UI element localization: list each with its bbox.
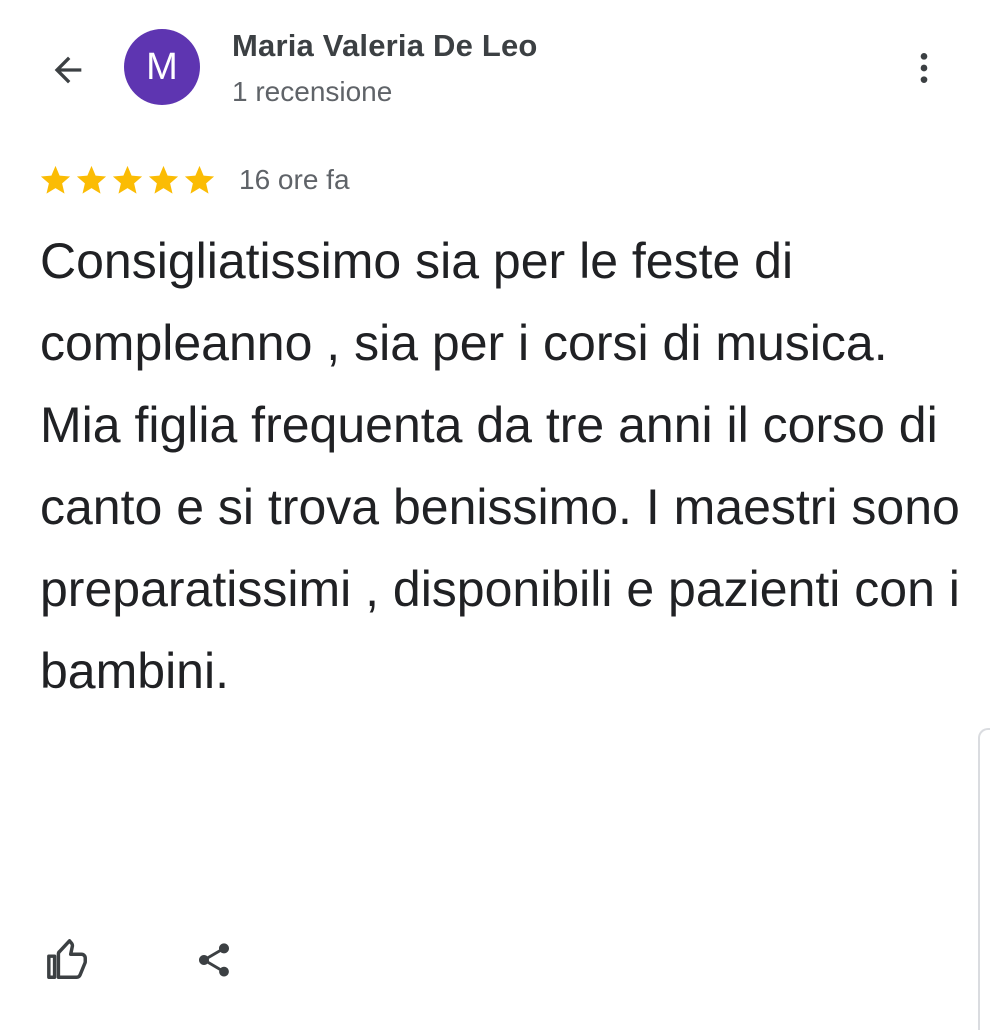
star-icon [184, 165, 215, 194]
star-icon [76, 165, 107, 194]
star-rating [38, 163, 217, 198]
share-icon [199, 943, 229, 977]
review-actions [40, 930, 242, 990]
review-text: Consigliatissimo sia per le feste di com… [40, 233, 960, 699]
review-time: 16 ore fa [239, 164, 350, 195]
star-icon [40, 165, 71, 194]
share-button[interactable] [186, 932, 242, 988]
review-header: M Maria Valeria De Leo 1 recensione [0, 0, 990, 130]
author-name[interactable]: Maria Valeria De Leo [232, 28, 538, 64]
back-button[interactable] [40, 42, 96, 98]
more-options-button[interactable] [900, 44, 948, 92]
like-button[interactable] [40, 932, 96, 988]
more-vert-icon [920, 53, 928, 83]
star-icon [112, 165, 143, 194]
avatar[interactable]: M [124, 29, 200, 105]
rating-row: 16 ore fa [38, 158, 350, 202]
scrollbar-edge [978, 728, 990, 1030]
author-review-count: 1 recensione [232, 76, 393, 107]
thumb-up-icon [47, 939, 87, 979]
star-icon [148, 165, 179, 194]
arrow-back-icon [54, 56, 82, 84]
